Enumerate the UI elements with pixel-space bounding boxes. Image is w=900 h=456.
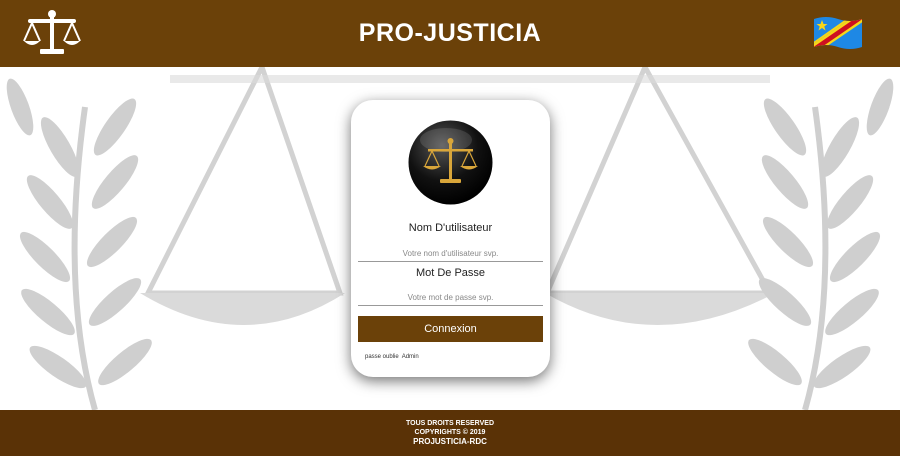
footer-brand: PROJUSTICIA-RDC [413, 437, 487, 446]
login-card: Nom D'utilisateur Mot De Passe Connexion… [351, 100, 550, 377]
username-label: Nom D'utilisateur [408, 222, 493, 234]
password-label: Mot De Passe [415, 267, 486, 279]
admin-link[interactable]: Admin [402, 354, 419, 360]
forgot-password-link[interactable]: passe oublie [365, 354, 399, 360]
app-title: PRO-JUSTICIA [358, 19, 542, 47]
footer-copyright: COPYRIGHTS © 2019 [414, 429, 486, 436]
login-button[interactable]: Connexion [358, 316, 543, 342]
scales-of-justice-icon [23, 10, 81, 54]
drc-flag-icon [814, 17, 862, 49]
password-input[interactable] [358, 290, 543, 306]
footer: TOUS DROITS RESERVED COPYRIGHTS © 2019 P… [0, 410, 900, 456]
golden-scales-emblem [408, 120, 493, 205]
top-header: PRO-JUSTICIA [0, 0, 900, 67]
footer-rights: TOUS DROITS RESERVED [405, 420, 495, 427]
username-input[interactable] [358, 246, 543, 262]
auxiliary-links: passe oublie Admin [365, 354, 422, 360]
